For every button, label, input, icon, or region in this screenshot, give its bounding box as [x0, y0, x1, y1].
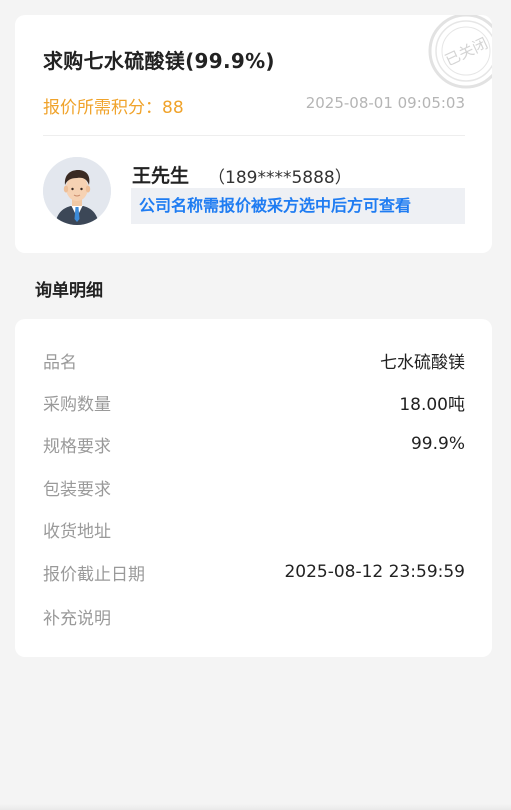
stamp-text: 已关闭: [442, 34, 490, 69]
detail-row: 包装要求: [43, 475, 465, 500]
detail-row: 收货地址: [43, 517, 465, 542]
contact-phone: （189****5888）: [208, 168, 352, 188]
company-visibility-notice: 公司名称需报价被采方选中后方可查看: [131, 188, 465, 224]
avatar: [43, 157, 111, 225]
quote-points-label: 报价所需积分：: [43, 98, 162, 118]
inquiry-summary-card: 求购七水硫酸镁(99.9%) 报价所需积分：88 2025-08-01 09:0…: [15, 15, 492, 253]
inquiry-title: 求购七水硫酸镁(99.9%): [43, 49, 275, 73]
divider: [43, 135, 465, 136]
detail-row: 采购数量 18.00吨: [43, 390, 465, 415]
detail-value: 18.00吨: [399, 394, 465, 415]
user-avatar-icon: [43, 157, 111, 225]
inquiry-detail-card: 品名 七水硫酸镁 采购数量 18.00吨 规格要求 99.9% 包装要求 收货地…: [15, 319, 492, 657]
closed-stamp: 已关闭: [426, 15, 492, 91]
bottom-edge: [0, 804, 511, 810]
detail-label: 采购数量: [43, 394, 111, 415]
detail-label: 补充说明: [43, 608, 111, 629]
quote-points-value: 88: [162, 98, 184, 118]
detail-value: 七水硫酸镁: [380, 352, 465, 373]
detail-label: 品名: [43, 352, 77, 373]
detail-label: 规格要求: [43, 436, 111, 457]
quote-points: 报价所需积分：88: [43, 93, 184, 118]
section-title: 询单明细: [35, 281, 103, 301]
detail-label: 收货地址: [43, 521, 111, 542]
detail-label: 报价截止日期: [43, 564, 145, 585]
detail-row: 报价截止日期 2025-08-12 23:59:59: [43, 560, 465, 585]
detail-value: 2025-08-12 23:59:59: [284, 562, 465, 582]
page: { "header": { "title": "求购七水硫酸镁(99.9%)",…: [0, 0, 511, 810]
detail-row: 补充说明: [43, 604, 465, 629]
detail-value: 99.9%: [410, 434, 465, 454]
contact-name: 王先生: [132, 165, 190, 187]
detail-row: 品名 七水硫酸镁: [43, 348, 465, 373]
closed-stamp-icon: 已关闭: [428, 15, 492, 89]
detail-row: 规格要求 99.9%: [43, 432, 465, 457]
detail-label: 包装要求: [43, 479, 111, 500]
publish-timestamp: 2025-08-01 09:05:03: [305, 94, 465, 112]
